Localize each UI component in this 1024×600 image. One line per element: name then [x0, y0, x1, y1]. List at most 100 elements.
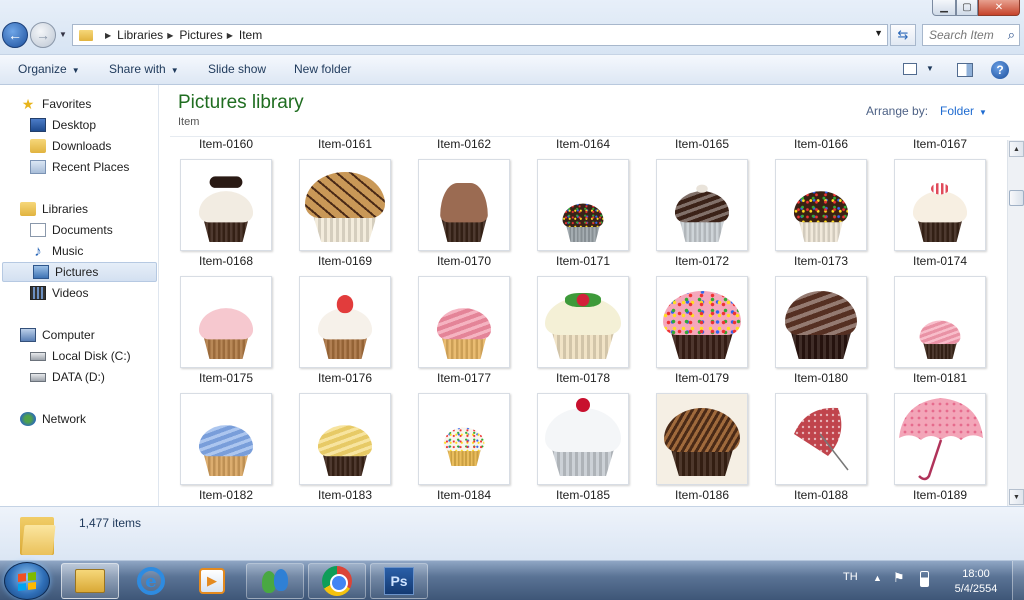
- file-tile[interactable]: Item-0185: [537, 393, 629, 502]
- file-label[interactable]: Item-0164: [537, 137, 629, 151]
- nav-videos[interactable]: Videos: [30, 283, 88, 303]
- search-input[interactable]: Search Item ⌕: [922, 24, 1020, 46]
- taskbar-internet-explorer[interactable]: e: [122, 563, 180, 599]
- back-button[interactable]: ←: [2, 22, 28, 48]
- breadcrumb-arrow-icon[interactable]: ▶: [167, 31, 173, 40]
- vertical-scrollbar[interactable]: ▲ ▼: [1007, 140, 1024, 506]
- arrow-right-icon: →: [36, 27, 50, 43]
- desktop-icon: [30, 118, 46, 132]
- show-desktop-button[interactable]: [1012, 561, 1024, 600]
- file-label[interactable]: Item-0161: [299, 137, 391, 151]
- scroll-up-button[interactable]: ▲: [1009, 141, 1024, 157]
- thumbnail-cupcake-chocolate-shavings: [656, 393, 748, 485]
- refresh-button[interactable]: ⇆: [890, 24, 916, 46]
- downloads-folder-icon: [30, 139, 46, 153]
- nav-music[interactable]: ♪ Music: [30, 241, 83, 261]
- chevron-down-icon[interactable]: ▼: [874, 28, 883, 38]
- file-label[interactable]: Item-0162: [418, 137, 510, 151]
- file-tile[interactable]: Item-0182: [180, 393, 272, 502]
- file-tile[interactable]: Item-0170: [418, 159, 510, 268]
- scrollbar-thumb[interactable]: [1009, 190, 1024, 206]
- share-with-label: Share with: [109, 62, 166, 76]
- file-tile[interactable]: Item-0169: [299, 159, 391, 268]
- file-tile[interactable]: Item-0172: [656, 159, 748, 268]
- file-label[interactable]: Item-0167: [894, 137, 986, 151]
- nav-data-disk[interactable]: DATA (D:): [30, 367, 105, 387]
- nav-libraries[interactable]: Libraries: [20, 199, 88, 219]
- maximize-button[interactable]: ▢: [956, 0, 978, 16]
- file-tile[interactable]: Item-0175: [180, 276, 272, 385]
- thumbnail-cupcake-mini-sprinkles: [418, 393, 510, 485]
- file-tile[interactable]: Item-0173: [775, 159, 867, 268]
- arrange-by-dropdown[interactable]: Folder ▼: [940, 104, 987, 118]
- breadcrumb-arrow-icon[interactable]: ▶: [105, 31, 111, 40]
- file-tile[interactable]: Item-0171: [537, 159, 629, 268]
- language-indicator[interactable]: TH: [843, 571, 858, 583]
- file-tile[interactable]: Item-0180: [775, 276, 867, 385]
- preview-pane-icon[interactable]: [957, 63, 973, 77]
- hard-disk-icon: [30, 351, 46, 361]
- nav-computer[interactable]: Computer: [20, 325, 95, 345]
- file-tile[interactable]: Item-0184: [418, 393, 510, 502]
- show-hidden-icons-icon[interactable]: ▲: [873, 573, 882, 583]
- file-tile[interactable]: Item-0174: [894, 159, 986, 268]
- forward-button[interactable]: →: [30, 22, 56, 48]
- file-tile[interactable]: Item-0181: [894, 276, 986, 385]
- file-label[interactable]: Item-0160: [180, 137, 272, 151]
- file-tile[interactable]: Item-0176: [299, 276, 391, 385]
- nav-recent-places[interactable]: Recent Places: [30, 157, 129, 177]
- help-button[interactable]: ?: [991, 61, 1009, 79]
- address-field[interactable]: ▶ Libraries ▶ Pictures ▶ Item ▼: [72, 24, 888, 46]
- file-tile[interactable]: Item-0177: [418, 276, 510, 385]
- umbrella-image: [794, 407, 849, 471]
- start-button[interactable]: [4, 562, 50, 600]
- share-with-button[interactable]: Share with ▼: [109, 62, 179, 76]
- taskbar-media-player[interactable]: ▶: [183, 563, 241, 599]
- file-tile[interactable]: Item-0186: [656, 393, 748, 502]
- window-controls: ▁ ▢ ✕: [932, 0, 1020, 16]
- thumbnail-cupcake-pink-sprinkles-chocolate: [656, 276, 748, 368]
- taskbar-chrome[interactable]: [308, 563, 366, 599]
- clock[interactable]: 18:00 5/4/2554: [944, 567, 1008, 597]
- breadcrumb-arrow-icon[interactable]: ▶: [227, 31, 233, 40]
- content-pane: Pictures library Item Arrange by: Folder…: [160, 85, 1024, 506]
- file-label: Item-0172: [674, 254, 730, 268]
- nav-desktop[interactable]: Desktop: [30, 115, 96, 135]
- file-label: Item-0181: [912, 371, 968, 385]
- file-label[interactable]: Item-0166: [775, 137, 867, 151]
- file-tile[interactable]: Item-0168: [180, 159, 272, 268]
- view-options-dropdown[interactable]: ▼: [926, 64, 934, 73]
- taskbar-explorer[interactable]: [61, 563, 119, 599]
- nav-pictures[interactable]: Pictures: [2, 262, 157, 282]
- breadcrumb-pictures[interactable]: Pictures: [179, 28, 222, 42]
- breadcrumb-libraries[interactable]: Libraries: [117, 28, 163, 42]
- file-tile[interactable]: Item-0188: [775, 393, 867, 502]
- close-button[interactable]: ✕: [978, 0, 1020, 16]
- nav-documents[interactable]: Documents: [30, 220, 113, 240]
- chevron-down-icon: ▼: [979, 108, 987, 117]
- file-label[interactable]: Item-0165: [656, 137, 748, 151]
- nav-local-disk[interactable]: Local Disk (C:): [30, 346, 131, 366]
- nav-downloads[interactable]: Downloads: [30, 136, 111, 156]
- file-tile[interactable]: Item-0179: [656, 276, 748, 385]
- slide-show-button[interactable]: Slide show: [208, 62, 266, 76]
- recent-pages-dropdown[interactable]: ▼: [59, 30, 67, 39]
- change-view-icon[interactable]: [903, 63, 917, 75]
- nav-network[interactable]: Network: [20, 409, 86, 429]
- nav-favorites[interactable]: ★ Favorites: [20, 94, 92, 114]
- file-tile[interactable]: Item-0178: [537, 276, 629, 385]
- new-folder-button[interactable]: New folder: [294, 62, 351, 76]
- taskbar-photoshop[interactable]: Ps: [370, 563, 428, 599]
- battery-icon[interactable]: [920, 571, 929, 587]
- minimize-button[interactable]: ▁: [932, 0, 956, 16]
- breadcrumb-item[interactable]: Item: [239, 28, 262, 42]
- action-center-flag-icon[interactable]: ⚑: [893, 570, 905, 586]
- file-label: Item-0170: [436, 254, 492, 268]
- file-tile[interactable]: Item-0183: [299, 393, 391, 502]
- taskbar-messenger[interactable]: [246, 563, 304, 599]
- search-icon[interactable]: ⌕: [1008, 27, 1015, 43]
- file-label: Item-0184: [436, 488, 492, 502]
- scroll-down-button[interactable]: ▼: [1009, 489, 1024, 505]
- organize-button[interactable]: Organize ▼: [18, 62, 80, 76]
- file-tile[interactable]: Item-0189: [894, 393, 986, 502]
